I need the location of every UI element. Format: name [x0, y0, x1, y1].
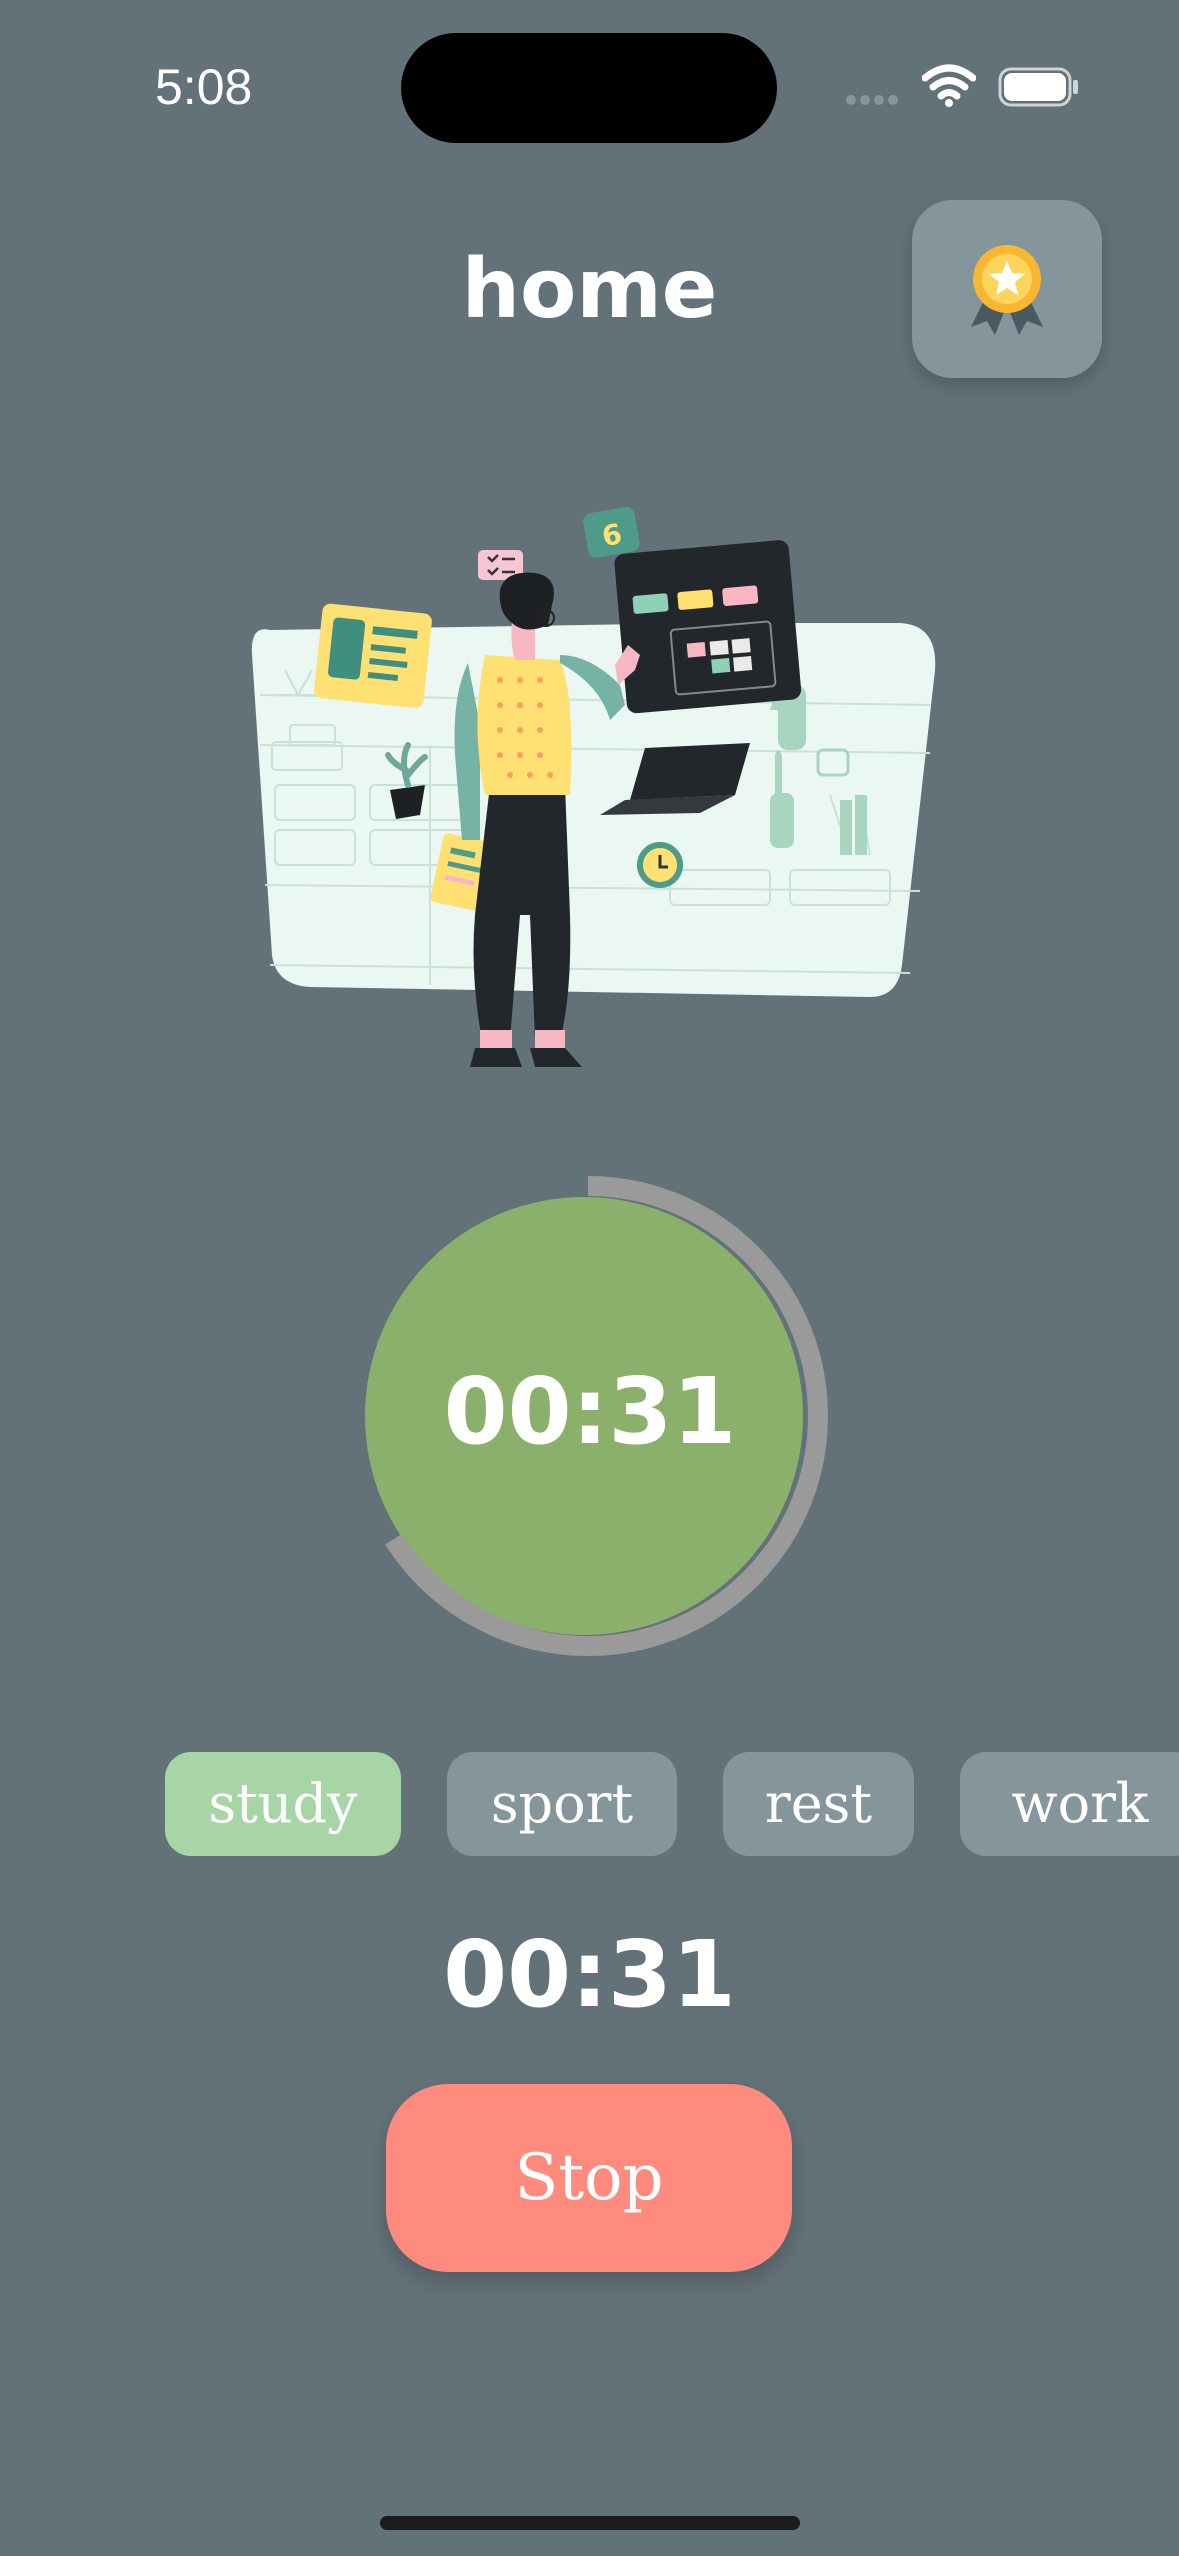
category-chip-sport[interactable]: sport: [447, 1752, 677, 1856]
award-ribbon-icon: [971, 245, 1043, 335]
dynamic-island: [401, 33, 777, 143]
signal-icon: [846, 95, 898, 105]
awards-button[interactable]: [912, 200, 1102, 378]
workspace-illustration: 6: [251, 506, 936, 1067]
stop-button[interactable]: Stop: [386, 2084, 792, 2272]
status-time: 5:08: [155, 59, 253, 115]
wifi-icon: [922, 64, 976, 107]
category-chip-rest[interactable]: rest: [723, 1752, 914, 1856]
home-indicator: [380, 2516, 800, 2530]
timer-display: 00:31: [443, 1358, 737, 1465]
category-chip-study[interactable]: study: [165, 1752, 401, 1856]
battery-icon: [998, 67, 1078, 107]
elapsed-time: 00:31: [443, 1921, 736, 2028]
category-chip-work[interactable]: work: [960, 1752, 1179, 1856]
